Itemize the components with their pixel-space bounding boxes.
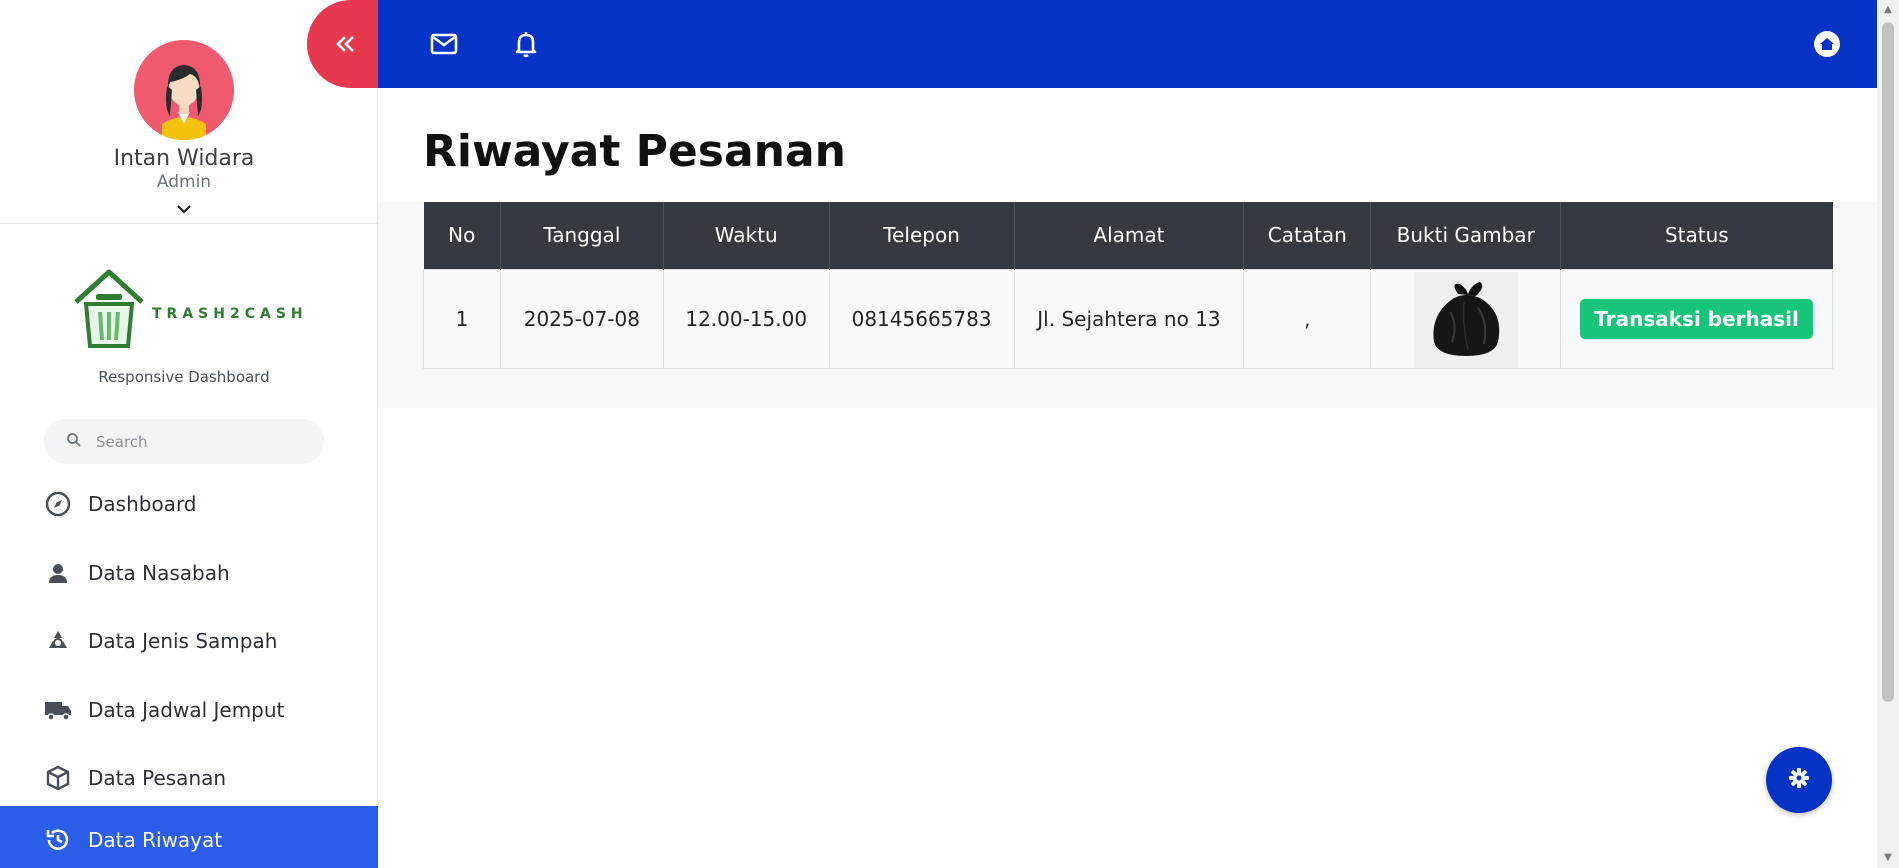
double-chevron-left-icon (333, 28, 357, 61)
sidebar-item-label: Data Jenis Sampah (88, 629, 278, 654)
history-icon (44, 826, 72, 854)
sidebar-item-data-jenis-sampah[interactable]: Data Jenis Sampah (0, 607, 378, 676)
sidebar-item-label: Data Pesanan (88, 766, 227, 791)
riwayat-table: No Tanggal Waktu Telepon Alamat Catatan … (423, 202, 1833, 369)
cell-telepon: 08145665783 (828, 268, 1015, 369)
column-header: Telepon (828, 202, 1015, 269)
column-header: Bukti Gambar (1370, 202, 1561, 269)
trash2cash-logo (72, 268, 146, 352)
profile-role: Admin (156, 172, 212, 192)
cell-alamat: Jl. Sejahtera no 13 (1013, 268, 1245, 369)
cell-status: Transaksi berhasil (1560, 268, 1833, 369)
cell-tanggal: 2025-07-08 (499, 268, 664, 369)
search-box[interactable] (44, 419, 324, 464)
sidebar-item-label: Dashboard (88, 492, 197, 517)
chevron-down-icon[interactable] (174, 201, 194, 215)
column-header: No (423, 202, 501, 269)
user-icon (44, 559, 72, 587)
sidebar-nav: Dashboard Data Nasabah Data Jenis Sampah… (0, 470, 378, 868)
sidebar-item-data-nasabah[interactable]: Data Nasabah (0, 539, 378, 608)
scroll-thumb[interactable] (1882, 22, 1894, 702)
column-header: Status (1560, 202, 1833, 269)
truck-icon (44, 696, 72, 724)
brand-name: TRASH2CASH (152, 306, 308, 322)
search-icon (66, 432, 82, 452)
profile-name: Intan Widara (113, 146, 255, 171)
sidebar-item-label: Data Nasabah (88, 560, 230, 585)
cell-waktu: 12.00-15.00 (662, 268, 830, 369)
bell-icon[interactable] (510, 28, 542, 60)
page-title: Riwayat Pesanan (423, 126, 846, 177)
sidebar-item-data-jadwal-jemput[interactable]: Data Jadwal Jemput (0, 676, 378, 745)
trash-bag-image[interactable] (1413, 271, 1518, 368)
sidebar-item-data-riwayat[interactable]: Data Riwayat (0, 806, 378, 868)
settings-button[interactable] (1766, 747, 1832, 813)
column-header: Tanggal (499, 202, 664, 269)
cell-catatan: , (1243, 268, 1372, 369)
cell-bukti-gambar (1370, 268, 1562, 369)
brand-subtitle: Responsive Dashboard (98, 368, 270, 386)
status-badge: Transaksi berhasil (1580, 298, 1813, 339)
recycle-icon (44, 627, 72, 655)
sidebar-item-label: Data Riwayat (88, 828, 223, 853)
app: Intan Widara Admin TRASH2CASH Responsive… (0, 0, 1899, 868)
gear-icon (1788, 767, 1810, 793)
sidebar: Intan Widara Admin TRASH2CASH Responsive… (0, 0, 378, 868)
column-header: Alamat (1013, 202, 1244, 269)
search-input[interactable] (96, 432, 296, 451)
page-scrollbar[interactable]: ▲ ▼ (1877, 0, 1899, 868)
table-row: 1 2025-07-08 12.00-15.00 08145665783 Jl.… (423, 268, 1833, 369)
topbar (378, 0, 1877, 88)
sidebar-item-dashboard[interactable]: Dashboard (0, 470, 378, 539)
column-header: Catatan (1243, 202, 1371, 269)
sidebar-item-label: Data Jadwal Jemput (88, 697, 285, 722)
box-icon (44, 764, 72, 792)
avatar[interactable] (134, 40, 234, 140)
brand: TRASH2CASH Responsive Dashboard (0, 260, 368, 400)
compass-icon (44, 490, 72, 518)
column-header: Waktu (662, 202, 830, 269)
table-container: No Tanggal Waktu Telepon Alamat Catatan … (378, 202, 1877, 408)
cell-no: 1 (423, 268, 501, 369)
mail-icon[interactable] (428, 28, 460, 60)
scroll-down-arrow[interactable]: ▼ (1882, 852, 1894, 864)
main-content: Riwayat Pesanan No Tanggal Waktu Telepon… (378, 88, 1877, 868)
scroll-up-arrow[interactable]: ▲ (1882, 4, 1894, 16)
home-icon[interactable] (1811, 28, 1843, 60)
table-header-row: No Tanggal Waktu Telepon Alamat Catatan … (423, 202, 1833, 269)
sidebar-item-data-pesanan[interactable]: Data Pesanan (0, 744, 378, 813)
